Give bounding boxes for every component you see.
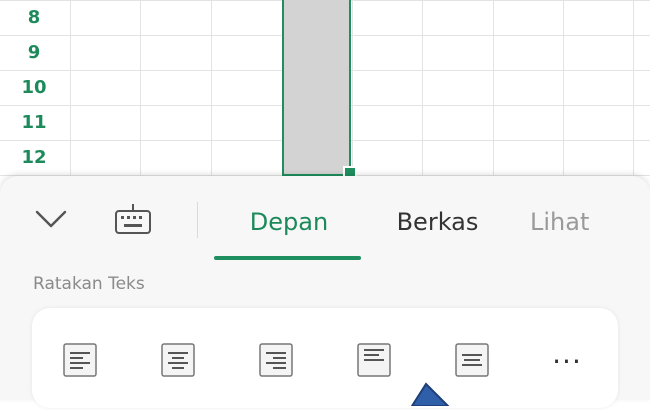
row-header-9[interactable]: 9 (0, 35, 70, 70)
align-left-button[interactable] (62, 343, 98, 381)
align-middle-button[interactable] (454, 343, 490, 381)
grid-line (70, 0, 71, 190)
section-label-text-align: Ratakan Teks (33, 274, 145, 294)
row-header-8[interactable]: 8 (0, 0, 70, 35)
grid-line (633, 0, 634, 190)
grid-line (352, 0, 353, 190)
grid-line (211, 0, 212, 190)
chevron-down-icon (34, 209, 68, 233)
align-center-icon (161, 343, 195, 381)
row-header-11[interactable]: 11 (0, 105, 70, 140)
row-header-10[interactable]: 10 (0, 70, 70, 105)
row-header-12[interactable]: 12 (0, 140, 70, 175)
grid-line (493, 0, 494, 190)
ribbon-panel: Depan Berkas Lihat Ratakan Teks ··· (0, 176, 650, 408)
active-tab-indicator (214, 256, 361, 260)
collapse-ribbon-button[interactable] (30, 200, 72, 242)
align-center-button[interactable] (160, 343, 196, 381)
ribbon-tab-bar: Depan Berkas Lihat (0, 176, 650, 261)
align-left-icon (63, 343, 97, 381)
grid-line (140, 0, 141, 190)
keyboard-toggle-button[interactable] (110, 200, 156, 242)
text-align-group: ··· (32, 308, 618, 408)
tab-divider (197, 202, 198, 238)
spreadsheet-grid[interactable]: 8 9 10 11 12 (0, 0, 650, 190)
selected-cell-range[interactable] (282, 0, 351, 176)
align-right-icon (259, 343, 293, 381)
align-top-icon (357, 343, 391, 381)
pointer-cursor-icon (408, 382, 451, 407)
grid-line (563, 0, 564, 190)
tab-lihat[interactable]: Lihat (530, 202, 630, 242)
tab-berkas[interactable]: Berkas (380, 202, 495, 242)
keyboard-icon (114, 202, 152, 240)
tab-depan[interactable]: Depan (218, 202, 360, 242)
grid-line (422, 0, 423, 190)
align-top-button[interactable] (356, 343, 392, 381)
more-options-button[interactable]: ··· (546, 344, 588, 380)
align-right-button[interactable] (258, 343, 294, 381)
align-middle-icon (455, 343, 489, 381)
